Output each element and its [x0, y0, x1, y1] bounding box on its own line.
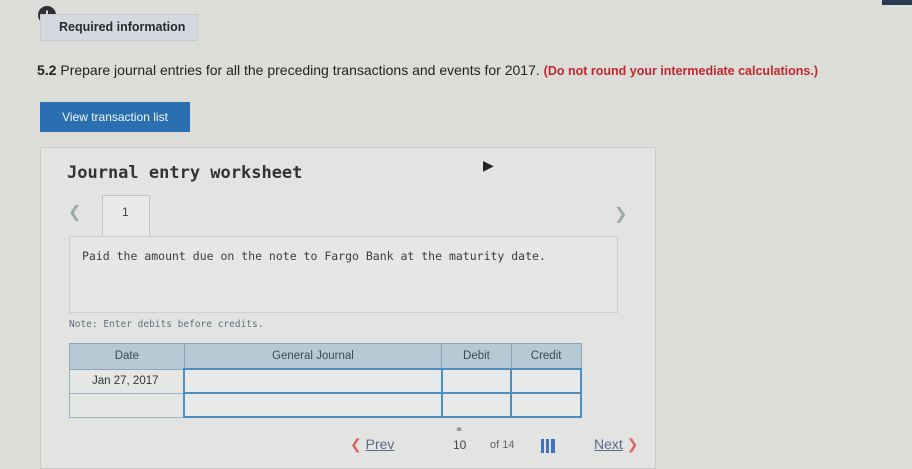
chevron-left-icon: ❮ — [350, 436, 362, 452]
page-total: of 14 — [490, 439, 515, 451]
question-number: 5.2 — [37, 62, 57, 78]
date-select[interactable]: Jan 27, 2017 — [69, 368, 185, 394]
credit-header: Credit — [510, 343, 582, 370]
credit-input[interactable] — [510, 368, 582, 394]
grid-icon[interactable] — [541, 439, 555, 453]
debit-input[interactable] — [440, 368, 513, 394]
link-icon: ⚭ — [455, 425, 464, 436]
date-select[interactable] — [69, 392, 185, 418]
transaction-description-text: Paid the amount due on the note to Fargo… — [82, 249, 546, 263]
worksheet-title: Journal entry worksheet — [67, 163, 303, 183]
chevron-right-icon: ❯ — [626, 436, 639, 452]
debits-credits-note: Note: Enter debits before credits. — [69, 319, 264, 330]
question-note: (Do not round your intermediate calculat… — [543, 64, 818, 78]
chevron-left-icon[interactable]: ❮ — [68, 202, 81, 222]
current-page-number[interactable]: 10 — [453, 438, 466, 452]
table-row — [69, 392, 582, 418]
debit-header: Debit — [441, 343, 512, 370]
journal-table: Date General Journal Debit Credit Jan 27… — [69, 343, 582, 418]
required-information-tab[interactable]: Required information — [40, 14, 198, 41]
next-label: Next — [594, 436, 623, 452]
transaction-description: Paid the amount due on the note to Fargo… — [69, 236, 618, 313]
debit-input[interactable] — [440, 392, 513, 418]
date-header: Date — [69, 343, 185, 370]
next-button[interactable]: Next ❯ — [594, 436, 638, 453]
required-information-label: Required information — [59, 20, 186, 34]
credit-input[interactable] — [510, 392, 582, 418]
entry-tab-1[interactable]: 1 — [102, 195, 150, 236]
table-header-row: Date General Journal Debit Credit — [69, 343, 582, 370]
question-prompt: 5.2 Prepare journal entries for all the … — [37, 62, 818, 78]
chevron-right-icon[interactable]: ❯ — [614, 204, 627, 224]
question-text: Prepare journal entries for all the prec… — [56, 62, 544, 78]
account-select[interactable] — [183, 392, 443, 418]
entry-tab-label: 1 — [122, 205, 129, 219]
prev-button[interactable]: ❮ Prev — [350, 436, 394, 453]
window-corner-decoration — [882, 0, 912, 5]
cursor-icon: ▶ — [483, 157, 494, 173]
general-journal-header: General Journal — [183, 343, 443, 370]
account-select[interactable] — [183, 368, 443, 394]
view-transaction-list-button[interactable]: View transaction list — [40, 102, 190, 132]
table-row: Jan 27, 2017 — [69, 368, 582, 394]
prev-label: Prev — [365, 436, 395, 452]
